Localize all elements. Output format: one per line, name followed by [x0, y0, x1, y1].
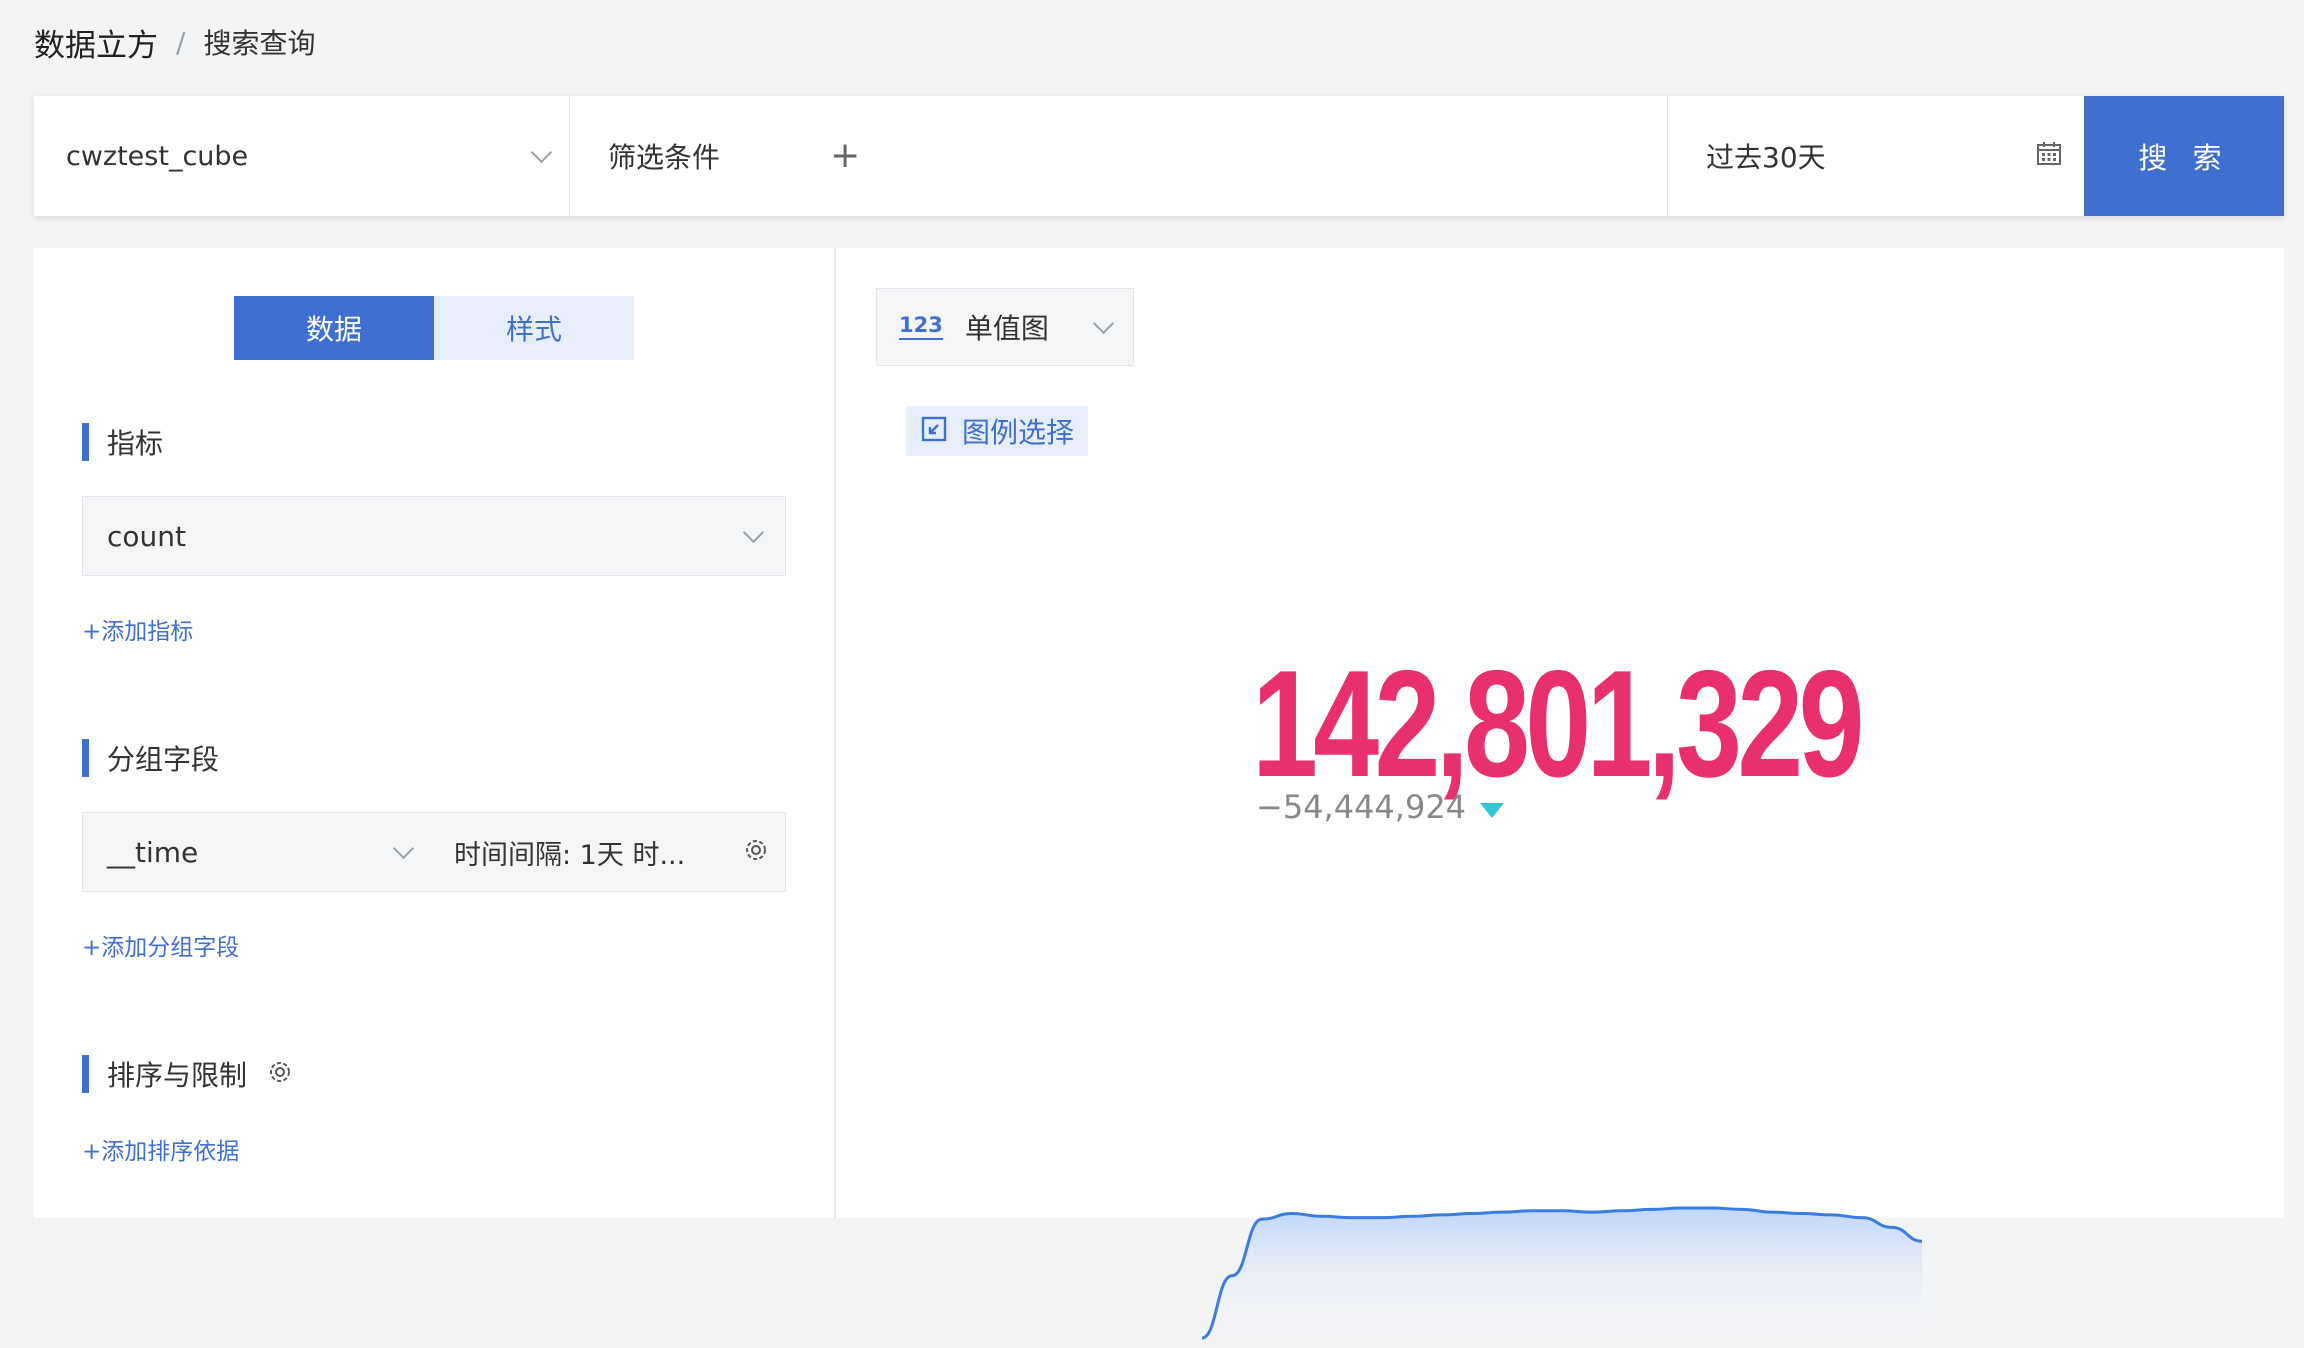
- breadcrumb: 数据立方 / 搜索查询: [34, 20, 315, 64]
- section-marker: [82, 423, 89, 461]
- breadcrumb-current: 搜索查询: [203, 27, 316, 60]
- add-group-field-link[interactable]: +添加分组字段: [82, 928, 239, 962]
- group-section-header: 分组字段: [82, 738, 219, 778]
- add-sort-link[interactable]: +添加排序依据: [82, 1132, 239, 1166]
- group-field-select[interactable]: __time: [82, 812, 436, 892]
- metrics-section-header: 指标: [82, 422, 163, 462]
- metric-select-value: count: [107, 519, 186, 553]
- group-title: 分组字段: [107, 743, 220, 776]
- legend-select-button[interactable]: 图例选择: [906, 406, 1089, 456]
- group-field-value: __time: [107, 835, 199, 869]
- sort-section-header: 排序与限制: [82, 1054, 293, 1094]
- value-delta: −54,444,924: [1256, 788, 1505, 826]
- breadcrumb-root[interactable]: 数据立方: [34, 20, 158, 65]
- panel-tabs: 数据 样式: [234, 296, 634, 360]
- add-metric-link[interactable]: +添加指标: [82, 612, 193, 646]
- filter-label: 筛选条件: [608, 141, 721, 174]
- section-marker: [82, 1055, 89, 1093]
- tab-data[interactable]: 数据: [234, 296, 434, 360]
- chevron-down-icon: [1092, 312, 1115, 334]
- metric-select[interactable]: count: [82, 496, 786, 576]
- date-range-value: 过去30天: [1706, 141, 1826, 174]
- query-toolbar: cwztest_cube 筛选条件 + 过去30天 搜 索: [34, 96, 2284, 216]
- chart-panel: 123 单值图 图例选择 142,801,329 −54,444,924: [836, 248, 2284, 1348]
- add-filter-button[interactable]: +: [830, 138, 860, 174]
- down-triangle-icon: [1480, 802, 1505, 818]
- chevron-down-icon: [392, 837, 415, 859]
- delta-value: −54,444,924: [1256, 788, 1467, 826]
- config-panel: 数据 样式 指标 count +添加指标 分组字段 __time 时间间隔: 1…: [34, 248, 834, 1218]
- chart-type-select[interactable]: 123 单值图: [876, 288, 1134, 366]
- metrics-title: 指标: [107, 427, 164, 460]
- gear-icon[interactable]: [743, 837, 769, 867]
- search-button[interactable]: 搜 索: [2084, 96, 2284, 216]
- gear-icon[interactable]: [267, 1059, 293, 1089]
- section-marker: [82, 739, 89, 777]
- tab-style[interactable]: 样式: [434, 296, 634, 360]
- cube-select[interactable]: cwztest_cube: [34, 96, 570, 216]
- number-chart-icon: 123: [899, 314, 943, 340]
- legend-select-label: 图例选择: [962, 416, 1075, 449]
- calendar-icon: [2036, 141, 2062, 171]
- chevron-down-icon: [742, 521, 765, 543]
- breadcrumb-separator: /: [176, 25, 186, 59]
- legend-select-icon: [920, 415, 948, 447]
- single-value: 142,801,329: [1252, 639, 1865, 809]
- sparkline-chart: [1202, 1206, 1922, 1348]
- sparkline-area: [1202, 1208, 1922, 1348]
- sort-title: 排序与限制: [107, 1059, 248, 1092]
- chevron-down-icon: [530, 141, 553, 163]
- time-interval-setting[interactable]: 时间间隔: 1天 时...: [434, 812, 786, 892]
- date-range-picker[interactable]: 过去30天: [1668, 96, 2084, 216]
- time-interval-value: 时间间隔: 1天 时...: [454, 839, 686, 871]
- chart-type-value: 单值图: [964, 312, 1049, 345]
- cube-select-value: cwztest_cube: [66, 140, 249, 172]
- filter-area[interactable]: 筛选条件 +: [570, 96, 1668, 216]
